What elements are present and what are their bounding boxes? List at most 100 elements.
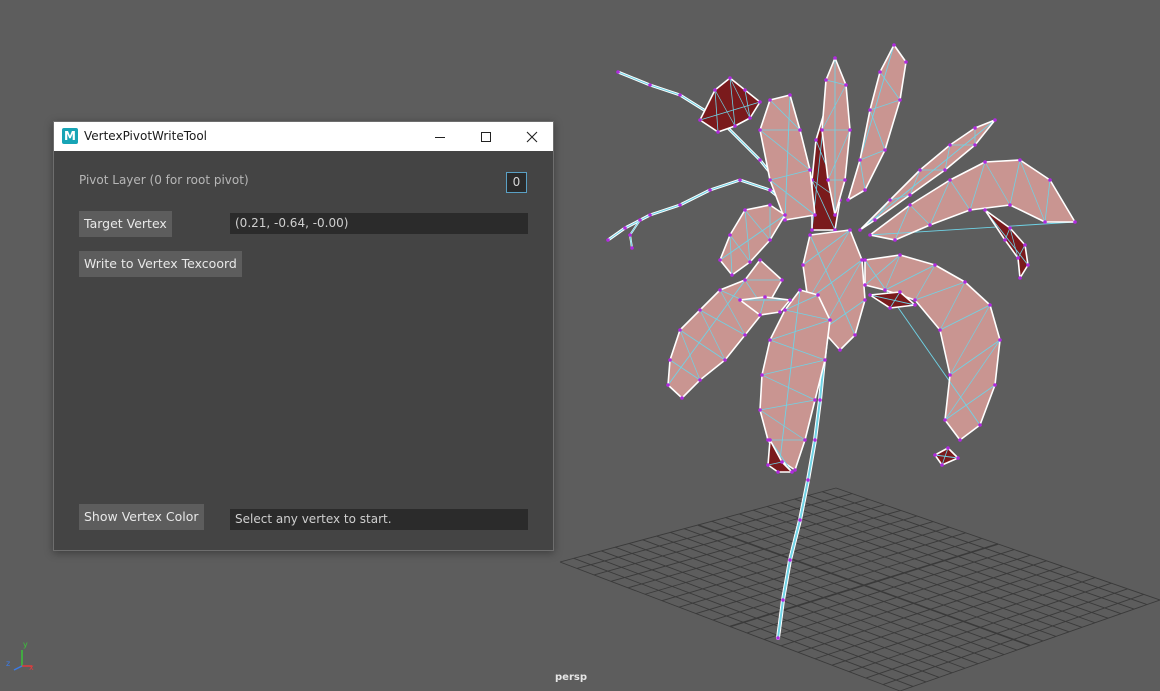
vertex <box>758 128 762 132</box>
vertex <box>878 70 882 74</box>
vertex <box>768 203 772 207</box>
maya-app-icon: M <box>62 128 78 144</box>
vertex <box>678 203 682 207</box>
vertex <box>666 383 670 387</box>
vertex <box>803 438 807 442</box>
vertex <box>958 438 962 442</box>
vertex <box>1016 256 1020 260</box>
vertex-pivot-write-tool-window: M VertexPivotWriteTool Pivot Layer (0 fo… <box>53 121 554 551</box>
dark-leaf <box>933 446 960 467</box>
vertex <box>816 293 820 297</box>
axis-y-label: y <box>23 640 28 649</box>
vertex <box>781 598 785 602</box>
vertex <box>760 373 764 377</box>
vertex <box>933 263 937 267</box>
vertex <box>806 478 810 482</box>
vertex <box>1018 158 1022 162</box>
vertex <box>838 348 842 352</box>
window-title-bar[interactable]: M VertexPivotWriteTool <box>54 122 553 151</box>
show-vertex-color-button[interactable]: Show Vertex Color <box>79 504 204 530</box>
vertex <box>698 118 702 122</box>
vertex <box>833 56 837 60</box>
vertex <box>713 88 717 92</box>
vertex <box>853 333 857 337</box>
vertex <box>858 228 862 232</box>
close-button[interactable] <box>509 122 555 151</box>
vertex <box>828 318 832 322</box>
axis-x-label: x <box>29 663 34 672</box>
grid-line <box>899 599 1160 691</box>
vertex <box>956 456 960 460</box>
vertex <box>730 273 734 277</box>
vertex <box>1023 243 1027 247</box>
vertex <box>833 213 837 217</box>
vertex <box>1008 226 1012 230</box>
vertex <box>998 338 1002 342</box>
vertex <box>798 518 802 522</box>
vertex <box>758 313 762 317</box>
vertex <box>808 168 812 172</box>
minimize-button[interactable] <box>417 122 463 151</box>
dark-leaf <box>698 76 762 134</box>
vertex <box>888 306 892 310</box>
grid-line <box>865 588 1128 679</box>
vertex <box>1048 178 1052 182</box>
vertex <box>898 290 902 294</box>
leaf <box>718 203 787 277</box>
vertex <box>738 298 742 302</box>
vertex <box>758 100 762 104</box>
write-vertex-texcoord-button[interactable]: Write to Vertex Texcoord <box>79 251 242 277</box>
vertex <box>766 463 770 467</box>
target-vertex-button[interactable]: Target Vertex <box>79 211 172 237</box>
vertex <box>808 233 812 237</box>
vertex <box>743 88 747 92</box>
vertex <box>1008 203 1012 207</box>
vertex <box>868 293 872 297</box>
vertex <box>768 338 772 342</box>
vertex <box>883 148 887 152</box>
vertex <box>790 470 794 474</box>
vertex <box>780 460 784 464</box>
vertex <box>728 76 732 80</box>
vertex <box>873 218 877 222</box>
vertex <box>738 178 742 182</box>
dark-leaf <box>983 208 1030 280</box>
vertex <box>848 128 852 132</box>
vertex <box>630 246 634 250</box>
maximize-button[interactable] <box>463 122 509 151</box>
vertex <box>743 208 747 212</box>
vertex <box>978 423 982 427</box>
vertex <box>843 178 847 182</box>
vertex <box>616 70 620 74</box>
vertex <box>718 288 722 292</box>
vertex <box>1073 220 1077 224</box>
vertex <box>733 124 737 128</box>
vertex <box>758 258 762 262</box>
grid-line <box>848 582 1112 673</box>
vertex <box>780 278 784 282</box>
pivot-layer-input[interactable]: 0 <box>506 172 527 193</box>
vertex <box>768 438 772 442</box>
leaf <box>846 43 908 202</box>
vertex <box>778 310 782 314</box>
vertex <box>993 383 997 387</box>
vertex <box>988 303 992 307</box>
vertex <box>810 228 814 232</box>
vertex <box>763 295 767 299</box>
vertex <box>783 213 787 217</box>
window-title: VertexPivotWriteTool <box>84 129 208 143</box>
vertex <box>898 98 902 102</box>
vertex <box>846 198 850 202</box>
vertex <box>606 238 610 242</box>
vertex <box>776 470 780 474</box>
vertex <box>801 263 805 267</box>
target-vertex-field[interactable]: (0.21, -0.64, -0.00) <box>230 213 528 234</box>
vertex <box>913 303 917 307</box>
vertex <box>768 188 772 192</box>
vertex <box>918 168 922 172</box>
vertex <box>908 203 912 207</box>
vertex <box>723 358 727 362</box>
vertex <box>798 288 802 292</box>
vertex <box>826 178 830 182</box>
vertex <box>698 308 702 312</box>
